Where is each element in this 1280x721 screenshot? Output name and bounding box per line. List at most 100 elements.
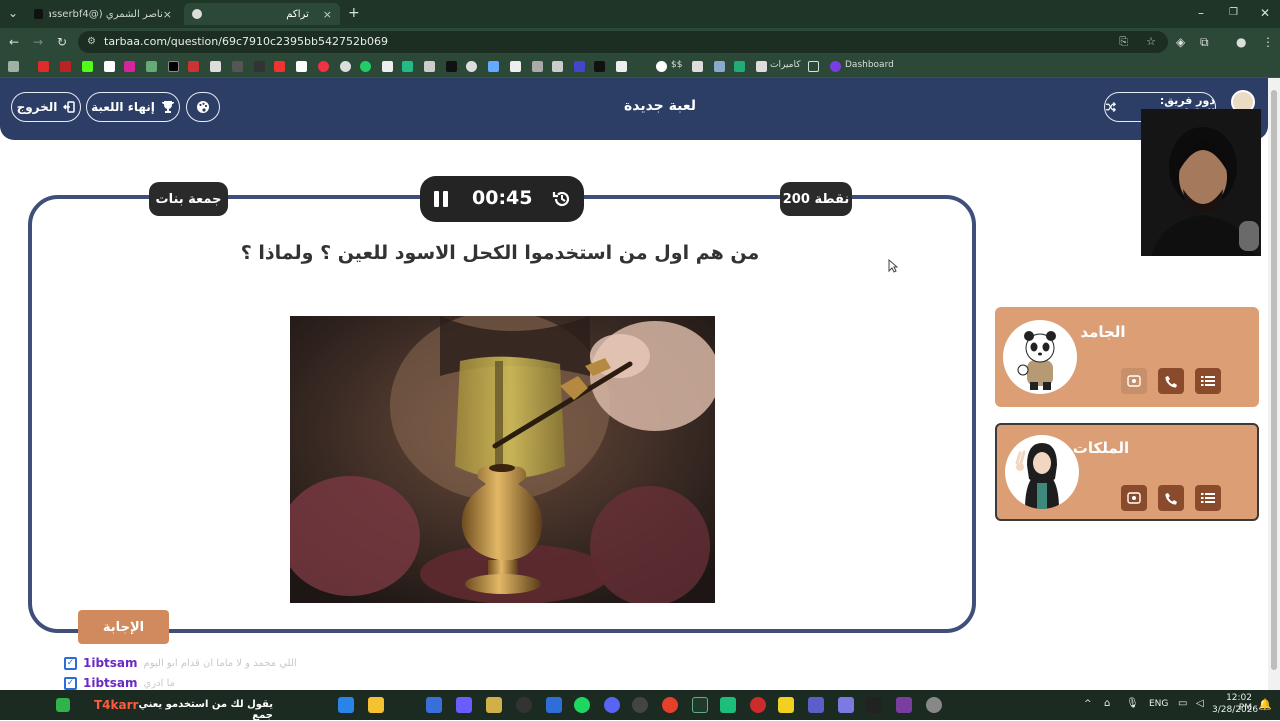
app-icon[interactable] <box>632 697 648 713</box>
tray-chevron-icon[interactable]: ^ <box>1084 699 1092 709</box>
forward-icon[interactable]: → <box>33 35 43 49</box>
bookmark-icon[interactable] <box>594 61 605 72</box>
spotify-icon[interactable] <box>574 697 590 713</box>
excel-icon[interactable] <box>734 61 745 72</box>
extensions-puzzle-icon[interactable]: ⧉ <box>1200 35 1209 49</box>
team-card-almalakat[interactable]: الملكات <box>995 423 1259 521</box>
app-icon[interactable] <box>896 697 912 713</box>
bookmark-icon[interactable] <box>424 61 435 72</box>
app-icon[interactable] <box>778 697 794 713</box>
theme-button[interactable] <box>186 92 220 122</box>
tab-tiktok[interactable]: ناصر الشمري (@nasserbf4) × <box>26 3 180 25</box>
call-button[interactable] <box>1158 368 1184 394</box>
extension-icon[interactable]: ◈ <box>1176 35 1185 49</box>
app-icon[interactable] <box>866 697 882 713</box>
swap-button[interactable] <box>1121 368 1147 394</box>
reload-icon[interactable]: ↻ <box>57 35 67 49</box>
app-icon[interactable] <box>720 697 736 713</box>
url-input[interactable]: ⚙ tarbaa.com/question/69c7910c2395bb5427… <box>78 31 1168 53</box>
bookmark-icon[interactable] <box>360 61 371 72</box>
app-icon[interactable] <box>546 697 562 713</box>
bookmark-star-icon[interactable]: ☆ <box>1146 31 1156 53</box>
bookmark-icon[interactable] <box>446 61 457 72</box>
volume-icon[interactable]: ◁ <box>1196 698 1204 709</box>
app-icon[interactable] <box>838 697 854 713</box>
site-info-icon[interactable]: ⚙ <box>87 31 96 53</box>
bookmark-icon[interactable] <box>188 61 199 72</box>
bookmark-icon[interactable] <box>574 61 585 72</box>
menu-icon[interactable]: ⋮ <box>1262 35 1274 49</box>
x-icon[interactable] <box>168 61 179 72</box>
bookmark-icon[interactable] <box>104 61 115 72</box>
list-button[interactable] <box>1195 368 1221 394</box>
bookmark-icon[interactable] <box>532 61 543 72</box>
bookmark-icon[interactable] <box>254 61 265 72</box>
new-tab-icon[interactable]: + <box>348 6 360 20</box>
app-icon[interactable] <box>456 697 472 713</box>
bookmark-icon[interactable] <box>616 61 627 72</box>
install-icon[interactable]: ⎘ <box>1119 31 1128 53</box>
discord-icon[interactable] <box>604 697 620 713</box>
back-icon[interactable]: ← <box>9 35 19 49</box>
google-icon[interactable] <box>656 61 667 72</box>
app-icon[interactable] <box>750 697 766 713</box>
page-scrollbar[interactable] <box>1268 78 1280 690</box>
dashboard-icon[interactable] <box>830 61 841 72</box>
windows-start-icon[interactable] <box>338 697 354 713</box>
bookmark-icon[interactable] <box>146 61 157 72</box>
bookmark-icon[interactable] <box>466 61 477 72</box>
bookmark-icon[interactable] <box>232 61 243 72</box>
teams-icon[interactable] <box>808 697 824 713</box>
exit-button[interactable]: الخروج <box>11 92 81 122</box>
network-icon[interactable]: ▭ <box>1178 698 1187 709</box>
bookmark-icon[interactable] <box>274 61 285 72</box>
maximize-icon[interactable]: ❐ <box>1229 6 1238 20</box>
notifications-icon[interactable]: 🔔 <box>1258 698 1272 711</box>
file-explorer-icon[interactable] <box>368 697 384 713</box>
bookmark-icon[interactable] <box>552 61 563 72</box>
bookmark-icon[interactable] <box>318 61 329 72</box>
bookmark-icon[interactable] <box>714 61 725 72</box>
pause-icon[interactable] <box>432 190 450 208</box>
close-tab-icon[interactable]: × <box>163 8 172 21</box>
bookmark-label[interactable]: Dashboard <box>845 60 894 70</box>
call-button[interactable] <box>1158 485 1184 511</box>
swap-button[interactable] <box>1121 485 1147 511</box>
apps-icon[interactable] <box>8 61 19 72</box>
team-card-aljamed[interactable]: الجامد <box>995 307 1259 407</box>
bookmark-icon[interactable] <box>402 61 413 72</box>
chrome-icon[interactable] <box>662 697 678 713</box>
list-button[interactable] <box>1195 485 1221 511</box>
bookmark-icon[interactable] <box>60 61 71 72</box>
microphone-icon[interactable]: 🎙 <box>1126 698 1139 709</box>
app-icon[interactable] <box>516 697 532 713</box>
bookmark-icon[interactable] <box>488 61 499 72</box>
bookmark-label[interactable]: كاميرات <box>770 60 801 70</box>
minimize-icon[interactable]: – <box>1198 6 1204 20</box>
bookmark-icon[interactable] <box>210 61 221 72</box>
bookmark-icon[interactable] <box>510 61 521 72</box>
bookmark-label[interactable]: $$ <box>671 60 682 70</box>
bookmark-icon[interactable] <box>692 61 703 72</box>
bookmark-icon[interactable] <box>382 61 393 72</box>
instagram-icon[interactable] <box>124 61 135 72</box>
close-tab-icon[interactable]: × <box>323 8 332 21</box>
tray-icon[interactable]: ⌂ <box>1104 698 1110 709</box>
reset-timer-icon[interactable] <box>552 189 572 209</box>
app-icon[interactable] <box>426 697 442 713</box>
youtube-icon[interactable] <box>38 61 49 72</box>
folder-icon[interactable] <box>808 61 819 72</box>
close-window-icon[interactable]: ✕ <box>1260 6 1270 20</box>
end-game-button[interactable]: إنهاء اللعبة <box>86 92 180 122</box>
clock-date[interactable]: 3/28/2026 <box>1212 705 1258 715</box>
kick-icon[interactable] <box>82 61 93 72</box>
tab-active[interactable]: تراكم × <box>184 3 340 25</box>
app-icon[interactable] <box>692 697 708 713</box>
tab-search-icon[interactable]: ⌄ <box>8 6 18 20</box>
app-icon[interactable] <box>486 697 502 713</box>
bookmark-icon[interactable] <box>756 61 767 72</box>
settings-icon[interactable] <box>926 697 942 713</box>
bookmark-icon[interactable] <box>340 61 351 72</box>
profile-icon[interactable]: ● <box>1236 35 1246 49</box>
language-indicator[interactable]: ENG <box>1149 699 1168 709</box>
